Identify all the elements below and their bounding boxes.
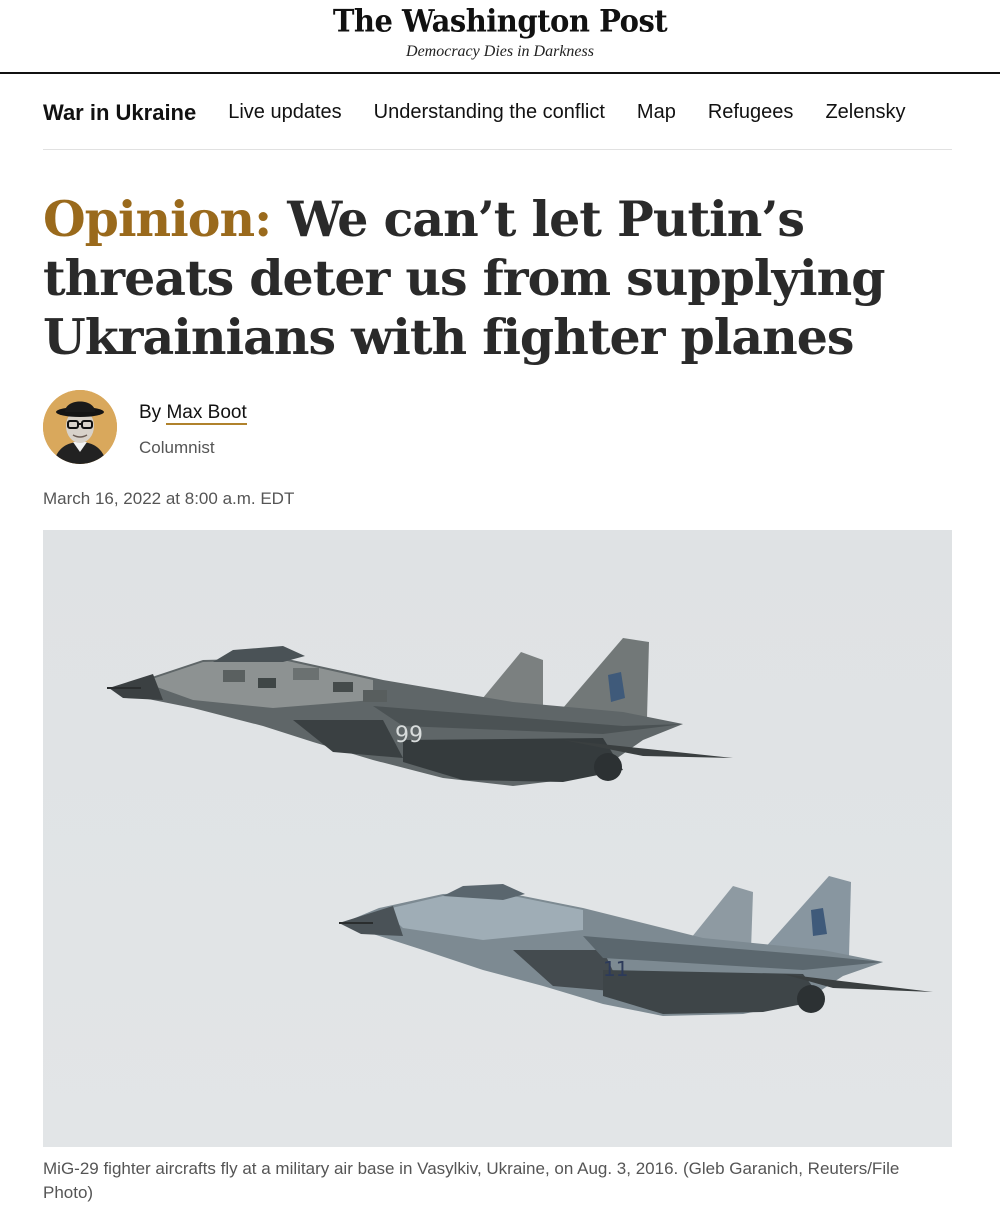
author-portrait-image (43, 390, 117, 464)
section-nav: War in Ukraine Live updates Understandin… (43, 76, 952, 150)
site-tagline: Democracy Dies in Darkness (406, 43, 594, 60)
fighter-jets-image: 99 11 (43, 530, 952, 1147)
byline: By Max Boot (139, 402, 247, 425)
photo-caption: MiG-29 fighter aircrafts fly at a milita… (43, 1159, 900, 1202)
masthead: The Washington Post Democracy Dies in Da… (0, 0, 1000, 74)
nav-link-live-updates[interactable]: Live updates (228, 101, 341, 124)
jet-number-11: 11 (603, 957, 628, 981)
byline-prefix: By (139, 402, 162, 423)
nav-link-refugees[interactable]: Refugees (708, 101, 794, 124)
jet-number-99: 99 (395, 723, 423, 748)
author-role: Columnist (139, 438, 215, 457)
nav-link-understanding-the-conflict[interactable]: Understanding the conflict (374, 101, 605, 124)
nav-link-map[interactable]: Map (637, 101, 676, 124)
publish-timestamp: March 16, 2022 at 8:00 a.m. EDT (43, 489, 295, 508)
article-headline: Opinion: We can’t let Putin’s threats de… (43, 190, 923, 367)
nav-link-zelensky[interactable]: Zelensky (825, 101, 905, 124)
author-name-link[interactable]: Max Boot (166, 402, 247, 425)
section-title[interactable]: War in Ukraine (43, 100, 196, 126)
lead-photo[interactable]: 99 11 (43, 530, 952, 1147)
site-logo[interactable]: The Washington Post (0, 3, 1000, 39)
author-avatar[interactable] (43, 390, 117, 464)
opinion-kicker: Opinion: (43, 190, 272, 248)
